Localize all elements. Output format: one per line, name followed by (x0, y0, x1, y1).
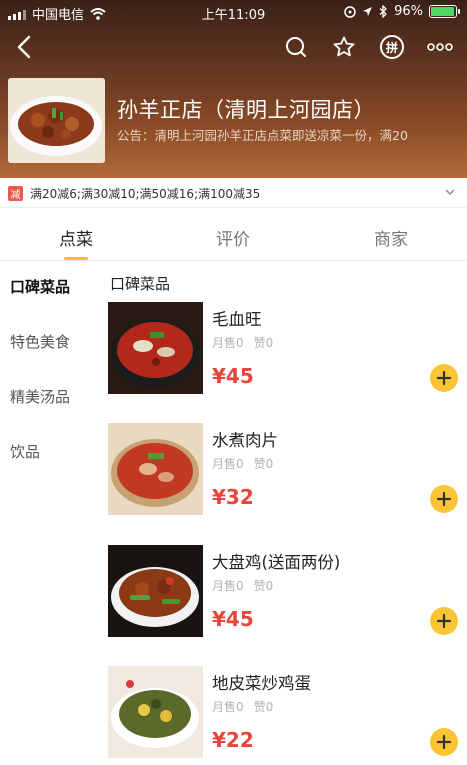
location-arrow-icon (363, 7, 373, 16)
sidebar-item-drinks[interactable]: 饮品 (10, 441, 40, 462)
monthly-sales: 月售0 (212, 457, 244, 471)
like-count: 赞0 (253, 457, 274, 471)
more-icon (427, 43, 453, 51)
add-to-cart-button[interactable] (430, 728, 458, 756)
plus-icon (437, 492, 451, 506)
category-sidebar: 口碑菜品 特色美食 精美汤品 饮品 (0, 262, 98, 765)
plus-icon (437, 614, 451, 628)
search-button[interactable] (281, 32, 311, 62)
dish-image (108, 423, 203, 515)
dish-price: ¥45 (212, 607, 254, 631)
shop-header: 中国电信 上午11:09 96% 拼 孙羊正店（清明上河园店） 公告：清明上河园… (0, 0, 467, 178)
list-item[interactable]: 毛血旺 月售0 赞0 ¥45 (108, 302, 465, 398)
discount-tag: 减 (8, 186, 23, 201)
monthly-sales: 月售0 (212, 336, 244, 350)
more-button[interactable] (425, 32, 455, 62)
back-button[interactable] (10, 32, 40, 62)
plus-icon (437, 371, 451, 385)
back-icon (17, 35, 31, 59)
add-to-cart-button[interactable] (430, 485, 458, 513)
top-nav: 拼 (0, 30, 467, 66)
group-buy-icon: 拼 (380, 35, 404, 59)
favorite-button[interactable] (329, 32, 359, 62)
like-count: 赞0 (253, 579, 274, 593)
chevron-down-icon (445, 189, 455, 196)
promo-text: 满20减6;满30减10;满50减16;满100减35 (30, 187, 261, 201)
dish-stats: 月售0 赞0 (212, 698, 273, 715)
status-bar: 中国电信 上午11:09 96% (0, 0, 467, 24)
monthly-sales: 月售0 (212, 700, 244, 714)
dish-name: 毛血旺 (212, 310, 262, 329)
shop-notice[interactable]: 公告：清明上河园孙羊正店点菜即送凉菜一份，满20 (117, 125, 462, 144)
dish-name: 大盘鸡(送面两份) (212, 553, 341, 572)
tab-bar: 点菜 评价 商家 (0, 209, 467, 261)
dish-price: ¥45 (212, 364, 254, 388)
search-icon (286, 37, 306, 57)
shop-name: 孙羊正店（清明上河园店） (117, 98, 375, 122)
group-buy-button[interactable]: 拼 (377, 32, 407, 62)
list-item[interactable]: 地皮菜炒鸡蛋 月售0 赞0 ¥22 (108, 666, 465, 762)
dish-price: ¥22 (212, 728, 254, 752)
battery-icon (429, 5, 460, 18)
star-icon (333, 36, 355, 57)
dish-image (108, 545, 203, 637)
section-title: 口碑菜品 (110, 275, 171, 293)
dish-name: 地皮菜炒鸡蛋 (212, 674, 311, 693)
plus-icon (437, 735, 451, 749)
sidebar-item-soup[interactable]: 精美汤品 (10, 386, 70, 407)
shop-logo-image (8, 78, 105, 163)
dish-stats: 月售0 赞0 (212, 455, 273, 472)
like-count: 赞0 (253, 700, 274, 714)
dish-name: 水煮肉片 (212, 431, 278, 450)
sidebar-item-popular[interactable]: 口碑菜品 (10, 276, 70, 297)
tab-merchant[interactable]: 商家 (341, 225, 441, 250)
tab-reviews[interactable]: 评价 (183, 225, 283, 250)
dish-image (108, 302, 203, 394)
tab-order[interactable]: 点菜 (26, 225, 126, 250)
location-lock-icon (344, 5, 356, 18)
monthly-sales: 月售0 (212, 579, 244, 593)
sidebar-item-specialty[interactable]: 特色美食 (10, 331, 70, 352)
add-to-cart-button[interactable] (430, 364, 458, 392)
promo-bar[interactable]: 减 满20减6;满30减10;满50减16;满100减35 (0, 178, 467, 208)
battery-percent: 96% (394, 4, 423, 19)
like-count: 赞0 (253, 336, 274, 350)
dish-stats: 月售0 赞0 (212, 334, 273, 351)
list-item[interactable]: 水煮肉片 月售0 赞0 ¥32 (108, 423, 465, 519)
dish-price: ¥32 (212, 485, 254, 509)
list-item[interactable]: 大盘鸡(送面两份) 月售0 赞0 ¥45 (108, 545, 465, 641)
dish-stats: 月售0 赞0 (212, 577, 273, 594)
active-tab-indicator (64, 257, 88, 260)
dish-image (108, 666, 203, 758)
add-to-cart-button[interactable] (430, 607, 458, 635)
dish-list: 口碑菜品 毛血旺 月售0 赞0 ¥45 水煮肉片 月售0 赞0 ¥32 大盘鸡(… (98, 262, 467, 765)
bluetooth-icon (379, 5, 388, 18)
